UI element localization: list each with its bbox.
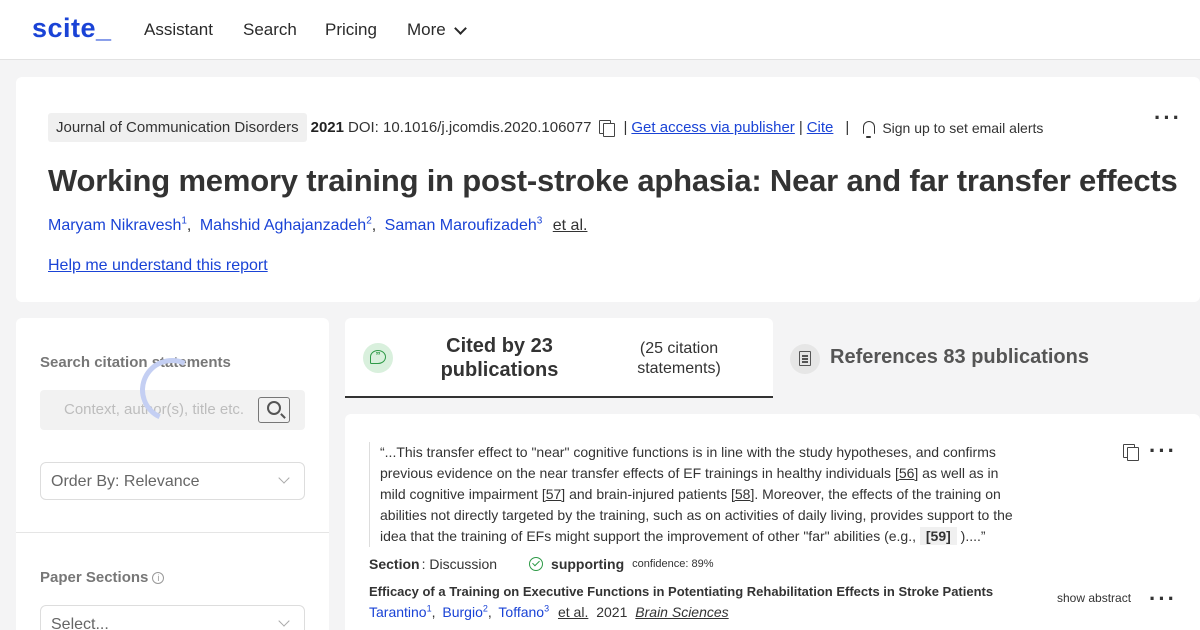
author-link[interactable]: Toffano3	[498, 603, 549, 620]
page-title: Working memory training in post-stroke a…	[48, 163, 1178, 198]
citing-paper-year: 2021	[596, 603, 628, 620]
copy-icon[interactable]	[599, 119, 616, 137]
chevron-down-icon	[278, 615, 290, 627]
citing-paper-authors: Tarantino1, Burgio2, Toffano3 et al. 202…	[369, 603, 729, 620]
separator: |	[798, 119, 803, 136]
publication-meta: Journal of Communication Disorders 2021 …	[48, 113, 1043, 142]
cited-by-count: Cited by 23 publications	[440, 335, 559, 381]
filter-sidebar: Search citation statements Context, auth…	[16, 318, 329, 630]
show-abstract-button[interactable]: show abstract	[1057, 591, 1131, 605]
citation-quote: “...This transfer effect to "near" cogni…	[369, 442, 1019, 547]
publication-year: 2021	[310, 119, 344, 136]
author-link[interactable]: Mahshid Aghajanzadeh2	[200, 216, 372, 234]
references-count: References 83 publications	[830, 346, 1089, 368]
search-button[interactable]	[258, 397, 290, 423]
et-al-link[interactable]: et al.	[553, 217, 588, 234]
more-options-icon[interactable]: ···	[1149, 440, 1177, 462]
paper-sections-value: Select...	[51, 616, 109, 630]
separator: |	[845, 119, 850, 136]
section-label: Section	[369, 556, 420, 572]
doi-text: DOI: 10.1016/j.jcomdis.2020.106077	[347, 119, 592, 136]
search-icon	[267, 401, 281, 415]
citing-paper-journal[interactable]: Brain Sciences	[635, 604, 728, 620]
document-icon	[790, 344, 820, 374]
nav-assistant[interactable]: Assistant	[144, 20, 213, 40]
paper-sections-select[interactable]: Select...	[40, 605, 305, 630]
info-icon[interactable]: i	[152, 572, 165, 584]
supporting-badge: supporting	[551, 556, 625, 572]
cite-link[interactable]: Cite	[807, 119, 834, 136]
target-reference[interactable]: [59]	[919, 527, 957, 545]
nav-more-label: More	[407, 20, 446, 39]
quote-icon: ”	[363, 343, 393, 373]
email-alerts-link[interactable]: Sign up to set email alerts	[882, 120, 1043, 136]
scite-logo[interactable]: scite_	[32, 13, 112, 44]
help-understand-link[interactable]: Help me understand this report	[48, 257, 268, 275]
more-options-icon[interactable]: ···	[1149, 588, 1177, 610]
bell-icon	[863, 121, 876, 138]
copy-icon[interactable]	[1123, 444, 1139, 461]
author-list: Maryam Nikravesh1, Mahshid Aghajanzadeh2…	[48, 216, 588, 235]
reference-link[interactable]: [56]	[895, 465, 918, 481]
et-al-link[interactable]: et al.	[558, 604, 588, 620]
check-circle-icon	[529, 557, 544, 571]
section-row: Section : Discussion supporting confiden…	[369, 556, 714, 572]
get-access-link[interactable]: Get access via publisher	[631, 119, 794, 136]
citation-statement-card: “...This transfer effect to "near" cogni…	[345, 414, 1200, 630]
order-by-value: Order By: Relevance	[51, 473, 200, 490]
paper-sections-label: Paper Sections i	[40, 569, 165, 586]
chevron-down-icon	[453, 21, 467, 35]
author-link[interactable]: Maryam Nikravesh1	[48, 216, 187, 234]
reference-link[interactable]: [58]	[731, 486, 754, 502]
reference-link[interactable]: [57]	[542, 486, 565, 502]
more-options-icon[interactable]: ···	[1154, 107, 1182, 129]
search-citations-label: Search citation statements	[40, 354, 231, 371]
nav-pricing[interactable]: Pricing	[325, 20, 377, 40]
top-nav: scite_ Assistant Search Pricing More	[0, 0, 1200, 60]
section-value: : Discussion	[421, 556, 498, 572]
separator: |	[623, 119, 628, 136]
journal-badge[interactable]: Journal of Communication Disorders	[48, 113, 307, 142]
citing-paper-title[interactable]: Efficacy of a Training on Executive Func…	[369, 584, 993, 599]
confidence-value: confidence: 89%	[632, 558, 714, 570]
author-link[interactable]: Burgio2	[442, 603, 487, 620]
author-link[interactable]: Tarantino1	[369, 603, 432, 620]
divider	[16, 532, 329, 533]
author-link[interactable]: Saman Maroufizadeh3	[385, 216, 543, 234]
nav-search[interactable]: Search	[243, 20, 297, 40]
tab-references[interactable]: References 83 publications	[774, 318, 1200, 398]
citation-statements-count: (25 citation statements)	[637, 340, 721, 377]
nav-more[interactable]: More	[407, 20, 467, 40]
chevron-down-icon	[278, 472, 290, 484]
report-header-card: Journal of Communication Disorders 2021 …	[16, 77, 1200, 302]
tab-cited-by[interactable]: ” Cited by 23 publications (25 citation …	[345, 318, 773, 398]
order-by-select[interactable]: Order By: Relevance	[40, 462, 305, 500]
